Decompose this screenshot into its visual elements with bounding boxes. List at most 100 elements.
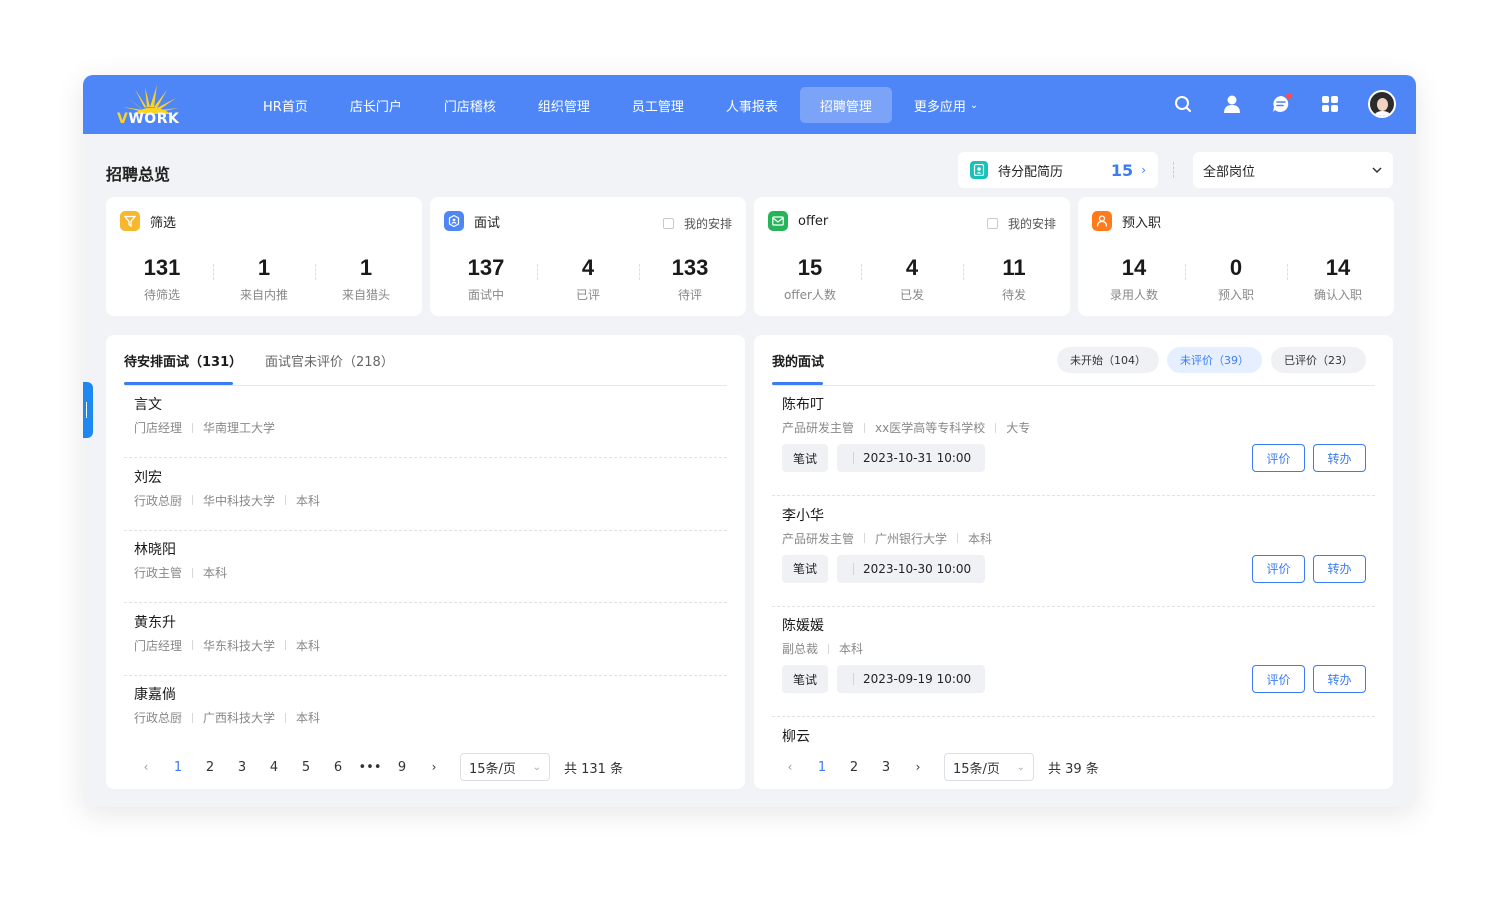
top-actions: [1145, 90, 1396, 118]
filter-icon: [120, 211, 140, 231]
page-number[interactable]: 3: [870, 760, 902, 775]
my-schedule-checkbox[interactable]: 我的安排: [986, 215, 1056, 232]
sun-logo-icon: [123, 85, 179, 114]
page-number[interactable]: 1: [162, 760, 194, 775]
nav-item-label: 招聘管理: [819, 99, 872, 115]
filter-rated[interactable]: 已评价（23）: [1271, 347, 1366, 373]
interview-type-tag: 笔试: [782, 665, 829, 693]
page-number[interactable]: 2: [838, 760, 870, 775]
interview-row: 柳云: [772, 718, 1375, 746]
interview-row: 李小华 产品研发主管 广州银行大学 本科 笔试 2023-10-30 10:00 评价 转办: [772, 497, 1375, 607]
interview-time-tag: 2023-09-19 10:00: [837, 665, 986, 693]
page-number[interactable]: 9: [386, 760, 418, 775]
page-number[interactable]: 6: [322, 760, 354, 775]
tab-my-interviews[interactable]: 我的面试: [772, 351, 824, 370]
stat-label: 已评: [575, 288, 600, 302]
user-icon[interactable]: [1221, 93, 1243, 115]
prev-page-icon[interactable]: ‹: [774, 760, 806, 774]
stat-label: 已发: [899, 288, 924, 302]
transfer-button[interactable]: 转办: [1313, 554, 1366, 583]
meta-text: 行政总厨: [134, 711, 183, 725]
tab-unrated-by-interviewer[interactable]: 面试官未评价（218）: [265, 351, 394, 370]
meta-text: 本科: [839, 642, 864, 656]
candidate-name[interactable]: 陈媛媛: [782, 615, 824, 635]
my-schedule-checkbox[interactable]: 我的安排: [662, 215, 732, 232]
pending-count: 15: [1110, 160, 1134, 180]
nav-item-0[interactable]: HR首页: [243, 87, 328, 123]
page-size-select[interactable]: 15条/页 ⌄: [944, 753, 1034, 781]
filter-unrated[interactable]: 未评价（39）: [1167, 347, 1262, 373]
page-number[interactable]: 3: [226, 760, 258, 775]
stat-metric[interactable]: 4 已评: [537, 255, 639, 303]
stat-metric[interactable]: 137 面试中: [435, 255, 537, 303]
sidebar-toggle-handle[interactable]: [83, 382, 93, 438]
stat-metric[interactable]: 0 预入职: [1185, 255, 1287, 303]
interview-tags: 笔试 2023-10-31 10:00: [782, 444, 986, 472]
pending-resumes-button[interactable]: 待分配简历 15 ›: [958, 152, 1158, 188]
meta-text: 本科: [296, 493, 321, 508]
vwork-logo[interactable]: VWORK: [113, 81, 193, 129]
candidate-name[interactable]: 陈布叮: [782, 394, 824, 414]
next-page-icon[interactable]: ›: [418, 760, 450, 774]
active-tab-indicator: [772, 382, 823, 385]
candidate-row[interactable]: 黄东升 门店经理 华东科技大学 本科: [124, 604, 727, 676]
candidate-row[interactable]: 言文 门店经理 华南理工大学: [124, 386, 727, 458]
position-select[interactable]: 全部岗位: [1193, 152, 1393, 188]
stat-metric[interactable]: 14 确认入职: [1287, 255, 1389, 303]
nav-item-3[interactable]: 组织管理: [518, 87, 610, 123]
stat-card-header: offer: [768, 211, 828, 231]
stat-metric[interactable]: 4 已发: [861, 255, 963, 303]
interview-tags: 笔试 2023-09-19 10:00: [782, 665, 986, 693]
rate-button[interactable]: 评价: [1252, 554, 1305, 583]
stat-value: 1: [359, 255, 373, 280]
candidate-row[interactable]: 康嘉倘 行政总厨 广西科技大学 本科: [124, 676, 727, 748]
stat-value: 14: [1121, 255, 1147, 280]
meta-separator: [192, 640, 194, 650]
stat-metric[interactable]: 131 待筛选: [111, 255, 213, 303]
page-number[interactable]: •••: [354, 760, 386, 775]
stat-metric[interactable]: 11 待发: [963, 255, 1065, 303]
stat-value: 0: [1229, 255, 1243, 280]
apps-icon[interactable]: [1319, 93, 1341, 115]
stat-metric[interactable]: 15 offer人数: [759, 255, 861, 303]
candidate-name[interactable]: 李小华: [782, 505, 824, 525]
page-number[interactable]: 4: [258, 760, 290, 775]
nav-item-4[interactable]: 员工管理: [612, 87, 704, 123]
candidate-row[interactable]: 林晓阳 行政主管 本科: [124, 531, 727, 603]
nav-item-7[interactable]: 更多应用 ⌄: [894, 87, 998, 123]
nav-item-6[interactable]: 招聘管理: [799, 87, 892, 123]
page-size-select[interactable]: 15条/页 ⌄: [460, 753, 550, 781]
nav-item-1[interactable]: 店长门户: [330, 87, 422, 123]
stat-metric[interactable]: 133 待评: [639, 255, 741, 303]
rate-button[interactable]: 评价: [1252, 444, 1305, 472]
stat-metric[interactable]: 14 录用人数: [1083, 255, 1185, 303]
stat-metric[interactable]: 1 来自猎头: [315, 255, 417, 303]
filter-not-started[interactable]: 未开始（104）: [1057, 347, 1159, 373]
candidate-name: 刘宏: [134, 469, 162, 486]
prev-page-icon[interactable]: ‹: [130, 760, 162, 774]
transfer-button[interactable]: 转办: [1313, 444, 1366, 472]
message-icon[interactable]: [1270, 93, 1292, 115]
next-page-icon[interactable]: ›: [902, 760, 934, 774]
nav-item-2[interactable]: 门店稽核: [424, 87, 516, 123]
candidate-name: 黄东升: [134, 614, 176, 631]
candidate-row[interactable]: 刘宏 行政总厨 华中科技大学 本科: [124, 459, 727, 531]
tab-pending-interviews[interactable]: 待安排面试（131）: [124, 351, 242, 370]
nav-item-label: 组织管理: [537, 99, 590, 115]
meta-separator: [957, 533, 959, 543]
stat-metric[interactable]: 1 来自内推: [213, 255, 315, 303]
candidate-meta: 门店经理 华南理工大学: [134, 419, 275, 436]
meta-separator: [285, 712, 287, 723]
candidate-meta: 行政主管 本科: [134, 564, 227, 581]
user-avatar[interactable]: [1368, 90, 1396, 118]
transfer-button[interactable]: 转办: [1313, 665, 1366, 693]
page-number[interactable]: 5: [290, 760, 322, 775]
rate-button[interactable]: 评价: [1252, 665, 1305, 693]
page-number[interactable]: 2: [194, 760, 226, 775]
meta-text: 本科: [203, 566, 228, 580]
page-number[interactable]: 1: [806, 760, 838, 775]
search-icon[interactable]: [1172, 93, 1194, 115]
meta-text: 广州银行大学: [875, 531, 948, 546]
candidate-name[interactable]: 柳云: [782, 726, 810, 746]
nav-item-5[interactable]: 人事报表: [706, 87, 798, 123]
